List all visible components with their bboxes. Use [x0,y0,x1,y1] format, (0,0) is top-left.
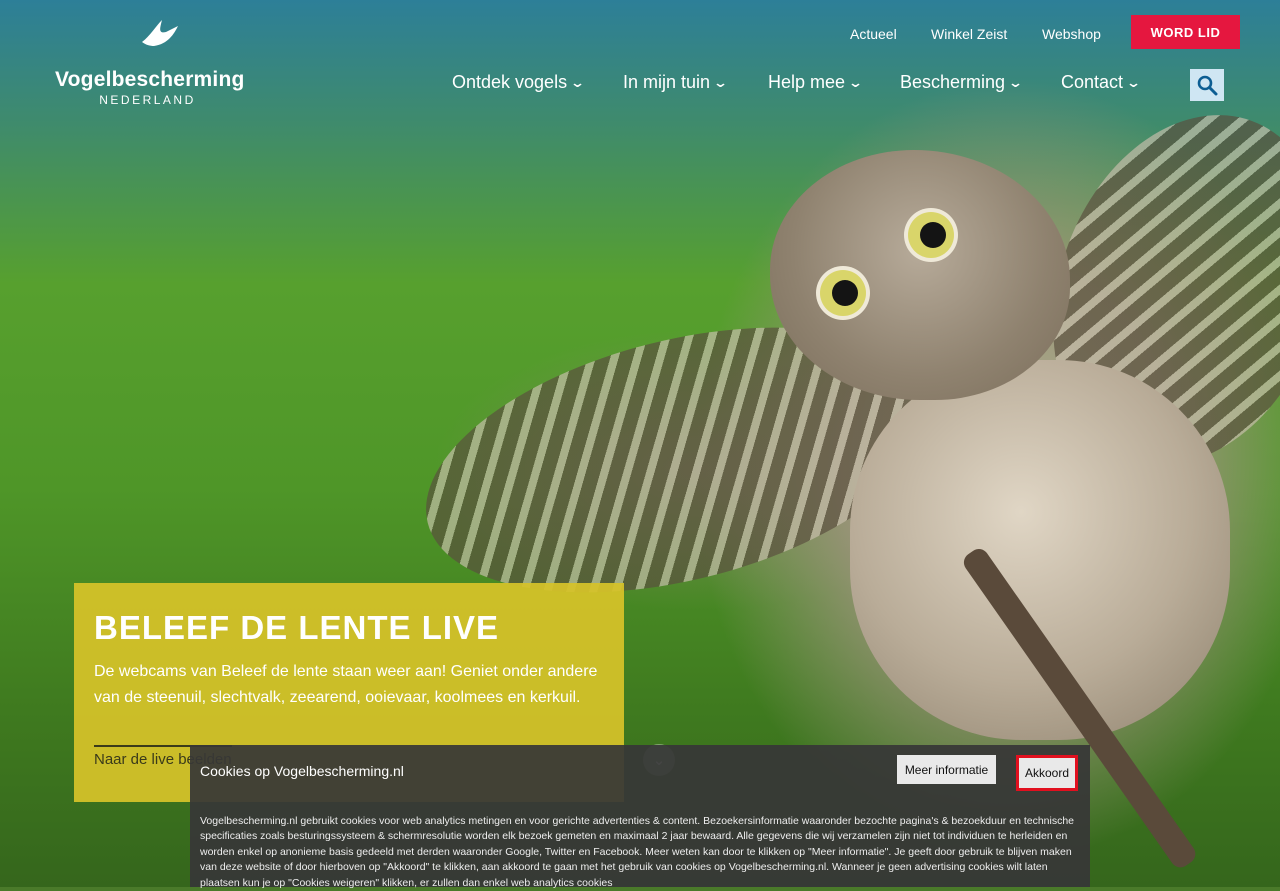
nav-label: Ontdek vogels [452,72,568,92]
cookie-title: Cookies op Vogelbescherming.nl [200,763,404,779]
nav-help-mee[interactable]: Help mee ⌄ [768,72,864,93]
owl-eye-right [908,212,954,258]
search-button[interactable] [1190,69,1224,101]
chevron-down-icon: ⌄ [712,74,729,90]
akkoord-button[interactable]: Akkoord [1016,755,1078,791]
nav-label: Help mee [768,72,846,92]
nav-in-mijn-tuin[interactable]: In mijn tuin ⌄ [623,72,729,93]
link-winkel-zeist[interactable]: Winkel Zeist [931,26,1007,42]
site-logo[interactable]: Vogelbescherming NEDERLAND [55,18,245,108]
logo-name: Vogelbescherming [55,68,245,91]
chevron-down-icon: ⌄ [847,74,864,90]
nav-label: Bescherming [900,72,1006,92]
link-actueel[interactable]: Actueel [850,26,897,42]
bird-logo-icon [142,20,178,46]
logo-subtitle: NEDERLAND [99,93,196,107]
search-icon [1197,75,1218,96]
owl-head [770,150,1070,400]
nav-ontdek-vogels[interactable]: Ontdek vogels ⌄ [452,72,586,93]
nav-bescherming[interactable]: Bescherming ⌄ [900,72,1024,93]
nav-label: In mijn tuin [623,72,711,92]
owl-body [850,360,1230,740]
nav-contact[interactable]: Contact ⌄ [1061,72,1142,93]
nav-label: Contact [1061,72,1124,92]
chevron-down-icon: ⌄ [1125,74,1142,90]
hero-text: De webcams van Beleef de lente staan wee… [94,663,598,706]
hero-title: BELEEF DE LENTE LIVE [94,609,500,646]
chevron-down-icon: ⌄ [569,74,586,90]
link-webshop[interactable]: Webshop [1042,26,1101,42]
cookie-text: Vogelbescherming.nl gebruikt cookies voo… [200,815,1075,889]
chevron-down-icon: ⌄ [1007,74,1024,90]
cookie-banner: Cookies op Vogelbescherming.nl Meer info… [190,745,1090,889]
owl-eye-left [820,270,866,316]
meer-informatie-button[interactable]: Meer informatie [897,755,996,784]
word-lid-button[interactable]: WORD LID [1131,15,1240,49]
